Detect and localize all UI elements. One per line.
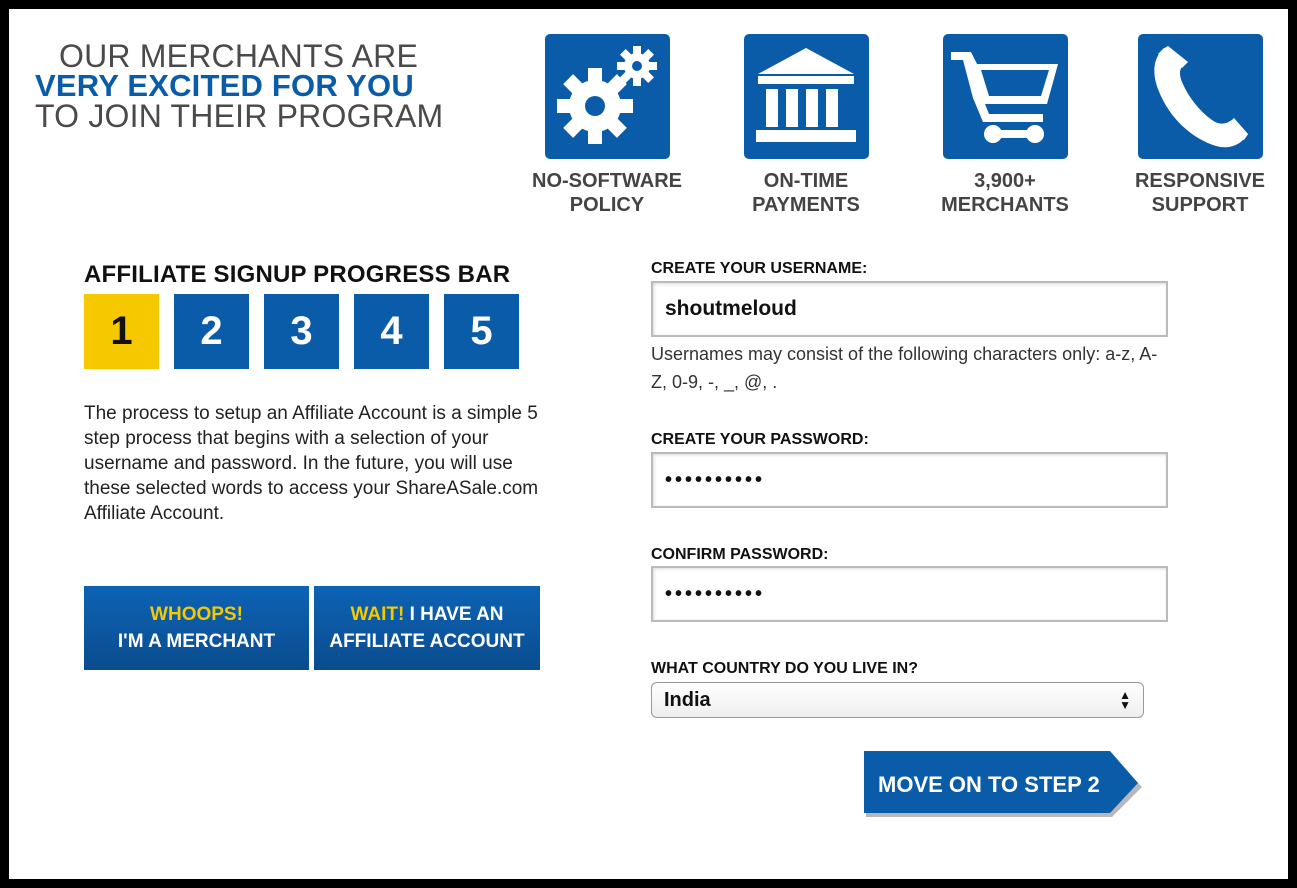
feature-no-software: NO-SOFTWARE POLICY: [522, 34, 692, 217]
select-arrows-icon: ▲ ▼: [1119, 688, 1131, 712]
country-select[interactable]: India ▲ ▼: [651, 682, 1144, 718]
headline-line-2: VERY EXCITED FOR YOU: [35, 68, 414, 103]
merchant-button-label: I'M A MERCHANT: [117, 631, 276, 652]
existing-affiliate-highlight: WAIT!: [350, 604, 405, 625]
merchant-button-highlight: WHOOPS!: [150, 604, 243, 625]
feature-support: RESPONSIVE SUPPORT: [1115, 34, 1285, 217]
progress-step-2: 2: [174, 294, 249, 369]
phone-icon: [1137, 34, 1263, 159]
headline: OUR MERCHANTS ARE VERY EXCITED FOR YOU T…: [35, 38, 444, 134]
username-hint: Usernames may consist of the following c…: [651, 344, 1158, 392]
existing-affiliate-button[interactable]: WAIT! I HAVE AN AFFILIATE ACCOUNT: [314, 586, 540, 670]
next-step-label: MOVE ON TO STEP 2: [878, 772, 1100, 797]
username-label: CREATE YOUR USERNAME:: [651, 260, 868, 277]
next-step-button[interactable]: MOVE ON TO STEP 2: [864, 751, 1142, 823]
progress-step-3: 3: [264, 294, 339, 369]
feature-on-time-payments: ON-TIME PAYMENTS: [721, 34, 891, 217]
country-select-value: India: [664, 688, 711, 711]
feature-label: NO-SOFTWARE POLICY: [532, 170, 682, 216]
existing-affiliate-text: I HAVE AN: [404, 604, 504, 625]
feature-label: RESPONSIVE SUPPORT: [1134, 170, 1266, 216]
cart-icon: [942, 34, 1068, 159]
merchant-button[interactable]: WHOOPS! I'M A MERCHANT: [84, 586, 309, 670]
feature-merchants: 3,900+ MERCHANTS: [920, 34, 1090, 217]
progress-step-5: 5: [444, 294, 519, 369]
gears-icon: [544, 34, 670, 159]
intro-text: The process to setup an Affiliate Accoun…: [84, 403, 539, 524]
progress-steps: 1 2 3 4 5: [84, 294, 519, 369]
progress-step-4: 4: [354, 294, 429, 369]
existing-affiliate-line-2: AFFILIATE ACCOUNT: [329, 631, 525, 652]
headline-line-3: TO JOIN THEIR PROGRAM: [35, 98, 444, 134]
country-label: WHAT COUNTRY DO YOU LIVE IN?: [651, 660, 918, 677]
progress-step-1: 1: [84, 294, 159, 369]
feature-label: ON-TIME PAYMENTS: [752, 170, 860, 216]
signup-page: OUR MERCHANTS ARE VERY EXCITED FOR YOU T…: [9, 9, 1288, 879]
password-input[interactable]: ••••••••••: [651, 452, 1168, 508]
bank-icon: [743, 34, 869, 159]
headline-line-1: OUR MERCHANTS ARE: [59, 38, 418, 74]
progress-title: AFFILIATE SIGNUP PROGRESS BAR: [84, 261, 511, 288]
existing-affiliate-line-1: WAIT! I HAVE AN: [350, 601, 503, 628]
confirm-password-label: CONFIRM PASSWORD:: [651, 546, 829, 563]
username-input[interactable]: shoutmeloud: [651, 281, 1168, 337]
feature-label: 3,900+ MERCHANTS: [941, 170, 1069, 216]
confirm-password-input[interactable]: ••••••••••: [651, 566, 1168, 622]
password-label: CREATE YOUR PASSWORD:: [651, 431, 869, 448]
